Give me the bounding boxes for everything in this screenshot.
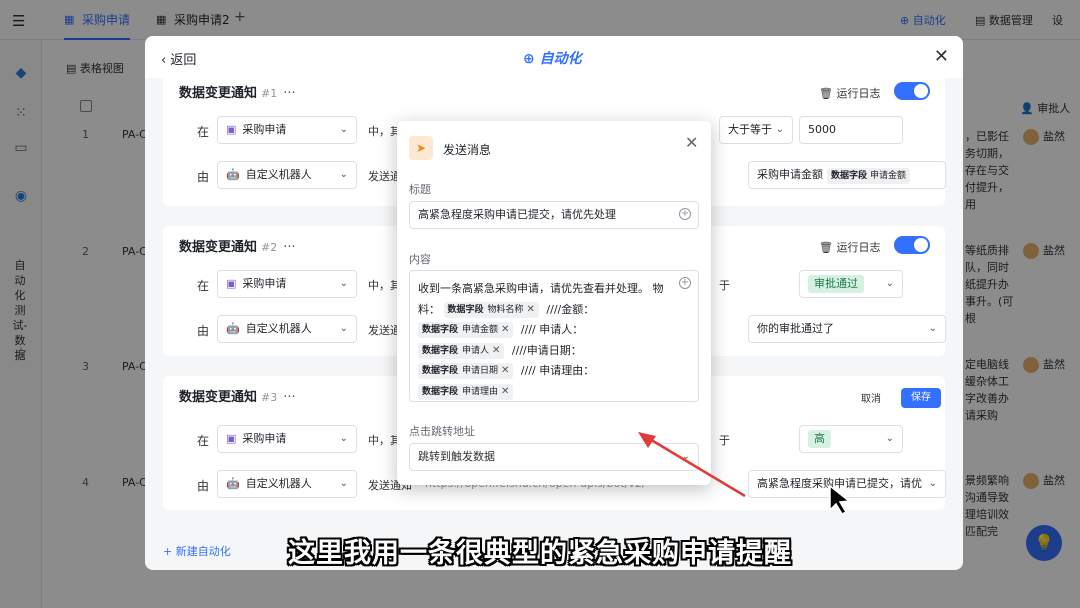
annotation-arrow-head bbox=[638, 432, 656, 448]
mouse-cursor-icon bbox=[829, 484, 851, 515]
annotation-layer bbox=[638, 432, 851, 515]
annotation-arrow-line bbox=[647, 436, 746, 498]
video-subtitle: 这里我用一条很典型的紧急采购申请提醒 bbox=[288, 538, 792, 569]
